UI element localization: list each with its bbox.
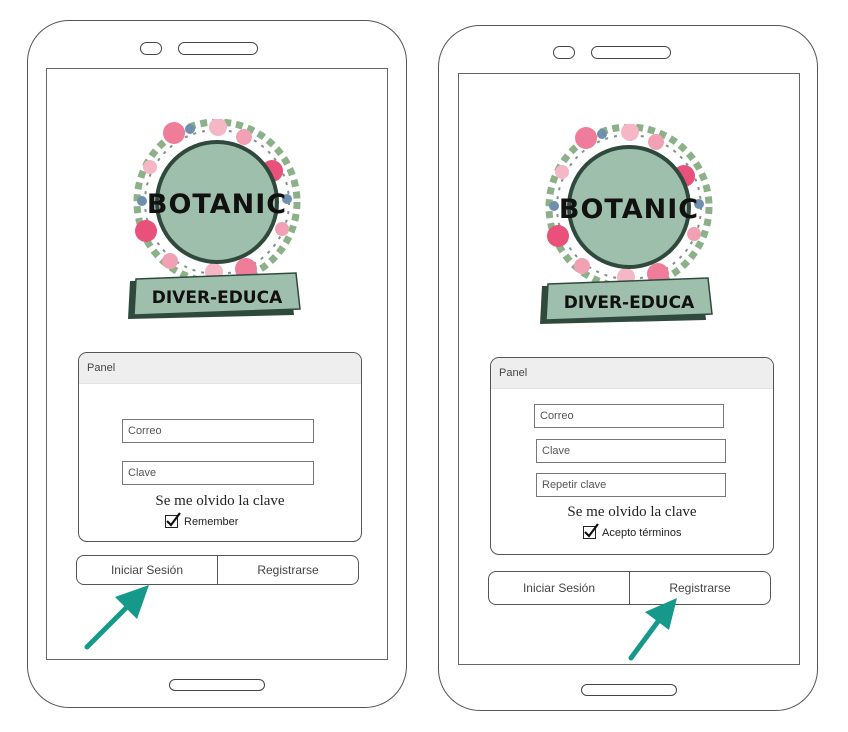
login-button[interactable]: Iniciar Sesión [489,572,629,604]
remember-checkbox[interactable] [165,512,181,528]
remember-option[interactable]: Remember [165,512,239,528]
remember-label: Remember [184,515,239,528]
panel-header: Panel [491,358,773,389]
earpiece-speaker [178,42,258,55]
repeat-password-field[interactable]: Repetir clave [536,473,726,497]
home-button[interactable] [581,684,677,696]
register-screen: BOTANIC DIVER-EDUCA Panel Correo Clave R… [458,73,800,665]
checkmark-icon [166,512,181,527]
accept-terms-label: Acepto términos [602,526,682,539]
phone-frame-register: BOTANIC DIVER-EDUCA Panel Correo Clave R… [438,25,818,711]
forgot-password-link[interactable]: Se me olvido la clave [491,504,773,521]
login-button[interactable]: Iniciar Sesión [77,556,217,584]
botanic-logo: BOTANIC DIVER-EDUCA [540,124,713,324]
home-button[interactable] [169,679,265,691]
logo-subtitle: DIVER-EDUCA [564,293,695,313]
accept-terms-option[interactable]: Acepto términos [583,523,682,539]
register-panel: Panel Correo Clave Repetir clave Se me o… [490,357,774,555]
email-field[interactable]: Correo [122,419,314,443]
password-field[interactable]: Clave [122,461,314,485]
register-button[interactable]: Registrarse [217,556,358,584]
login-screen: BOTANIC DIVER-EDUCA Panel Correo Clave S… [46,68,388,660]
password-field[interactable]: Clave [536,439,726,463]
phone-frame-login: BOTANIC DIVER-EDUCA Panel Correo Clave S… [27,20,407,708]
logo-title: BOTANIC [147,189,287,220]
botanic-logo: BOTANIC DIVER-EDUCA [128,119,301,319]
earpiece-speaker [591,46,671,59]
front-camera [553,46,575,59]
checkmark-icon [584,523,599,538]
pointer-arrow-icon [84,585,149,650]
pointer-arrow-icon [628,598,677,661]
forgot-password-link[interactable]: Se me olvido la clave [79,493,361,510]
logo-title: BOTANIC [559,194,699,225]
front-camera [140,42,162,55]
auth-button-group: Iniciar Sesión Registrarse [76,555,359,585]
panel-header: Panel [79,353,361,384]
login-panel: Panel Correo Clave Se me olvido la clave… [78,352,362,542]
email-field[interactable]: Correo [534,404,724,428]
accept-terms-checkbox[interactable] [583,523,599,539]
logo-subtitle: DIVER-EDUCA [152,288,283,308]
